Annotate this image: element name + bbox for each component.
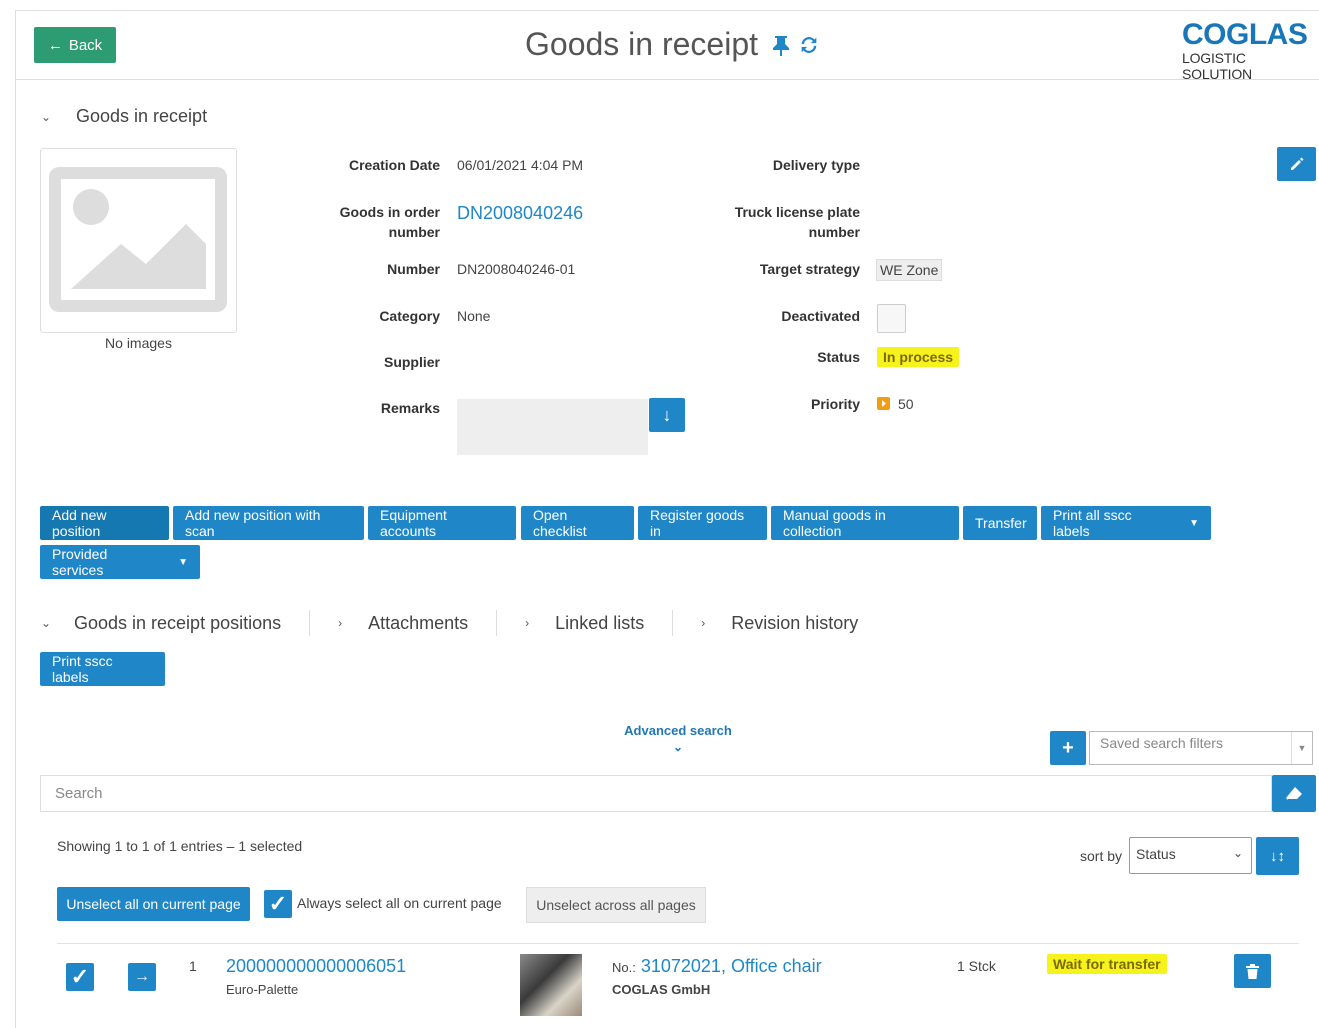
transfer-button[interactable]: Transfer <box>963 506 1037 540</box>
row-carrier: Euro-Palette <box>226 982 299 997</box>
pin-icon[interactable] <box>772 34 790 56</box>
row-quantity: 1 Stck <box>957 958 996 974</box>
remarks-field[interactable] <box>457 399 648 455</box>
page-title: Goods in receipt <box>525 26 820 63</box>
chevron-down-icon: ⌄ <box>672 740 684 754</box>
image-placeholder <box>40 148 237 333</box>
article-number-link[interactable]: 31072021, <box>641 956 726 976</box>
priority-value: 50 <box>898 396 914 412</box>
tab-divider <box>672 610 674 636</box>
article-name-link[interactable]: Office chair <box>731 956 822 976</box>
article-thumbnail[interactable] <box>520 954 582 1016</box>
chevron-down-icon: ⌄ <box>40 109 52 124</box>
truck-plate-label: Truck license plate number <box>734 204 860 240</box>
plus-icon: + <box>1062 736 1074 759</box>
always-select-checkbox[interactable]: ✓ <box>264 890 292 918</box>
search-input[interactable]: Search <box>40 775 1272 812</box>
creation-date-value: 06/01/2021 4:04 PM <box>457 157 584 173</box>
chevron-down-icon: ⌄ <box>1232 846 1243 860</box>
arrow-right-icon: → <box>134 968 150 985</box>
add-new-position-button[interactable]: Add new position <box>40 506 169 540</box>
deactivated-label: Deactivated <box>781 308 860 324</box>
open-checklist-button[interactable]: Open checklist <box>521 506 634 540</box>
tab-linked-lists[interactable]: › Linked lists <box>521 613 672 634</box>
tab-revision-history[interactable]: › Revision history <box>697 613 886 634</box>
caret-down-icon: ▼ <box>178 556 188 568</box>
priority-label: Priority <box>810 396 860 412</box>
row-open-button[interactable]: → <box>128 963 156 991</box>
check-icon: ✓ <box>70 964 90 989</box>
creation-date-label: Creation Date <box>348 157 440 173</box>
provided-services-button[interactable]: Provided services ▼ <box>40 545 200 579</box>
image-icon <box>49 167 227 312</box>
always-select-label: Always select all on current page <box>297 895 502 911</box>
pencil-icon <box>1290 157 1303 170</box>
eraser-icon <box>1286 786 1302 801</box>
equipment-accounts-button[interactable]: Equipment accounts <box>368 506 516 540</box>
row-select-checkbox[interactable]: ✓ <box>66 963 94 991</box>
no-images-caption: No images <box>105 335 172 351</box>
sort-icon: ↓↕ <box>1270 847 1285 865</box>
saved-search-filters-select[interactable]: Saved search filters ▼ <box>1089 731 1313 765</box>
caret-down-icon: ▼ <box>1291 732 1312 764</box>
clear-search-button[interactable] <box>1272 775 1316 812</box>
sort-select[interactable]: Status ⌄ <box>1129 837 1252 874</box>
arrow-left-icon: ← <box>47 36 63 54</box>
edit-button[interactable] <box>1277 147 1316 181</box>
print-sscc-button[interactable]: Print sscc labels <box>40 652 165 686</box>
row-status-badge: Wait for transfer <box>1047 954 1167 974</box>
chevron-down-icon: ⌄ <box>40 616 52 630</box>
status-label: Status <box>817 349 860 365</box>
company-logo: COGLAS LOGISTIC SOLUTION <box>1182 18 1308 83</box>
status-badge: In process <box>877 347 960 367</box>
register-goods-in-button[interactable]: Register goods in <box>638 506 767 540</box>
row-sscc-link[interactable]: 200000000000006051 <box>226 956 406 976</box>
row-divider <box>57 943 1299 944</box>
number-value: DN2008040246-01 <box>457 261 576 277</box>
order-number-label: Goods in order number <box>339 204 440 240</box>
supplier-label: Supplier <box>383 354 440 370</box>
number-label: Number <box>387 261 440 277</box>
header-divider <box>15 79 1319 80</box>
section-tabs: ⌄ Goods in receipt positions › Attachmen… <box>40 610 886 636</box>
tab-positions[interactable]: ⌄ Goods in receipt positions <box>40 613 309 634</box>
arrow-down-icon: ↓ <box>662 404 672 425</box>
add-filter-button[interactable]: + <box>1050 731 1086 765</box>
unselect-page-button[interactable]: Unselect all on current page <box>57 887 250 921</box>
back-button[interactable]: ← Back <box>34 27 116 63</box>
chevron-right-icon: › <box>338 616 343 630</box>
unselect-all-pages-button[interactable]: Unselect across all pages <box>526 887 706 923</box>
sort-direction-button[interactable]: ↓↕ <box>1256 837 1299 875</box>
delivery-type-label: Delivery type <box>772 157 860 173</box>
trash-icon <box>1246 963 1259 979</box>
row-index: 1 <box>189 958 197 974</box>
target-strategy-label: Target strategy <box>759 261 860 277</box>
refresh-icon[interactable] <box>798 34 820 56</box>
target-strategy-value: WE Zone <box>876 259 943 281</box>
category-value: None <box>457 308 491 324</box>
chevron-right-icon: › <box>701 616 706 630</box>
advanced-search-toggle[interactable]: Advanced search ⌄ <box>600 723 756 754</box>
entries-summary: Showing 1 to 1 of 1 entries – 1 selected <box>57 838 303 854</box>
check-icon: ✓ <box>268 891 288 916</box>
expand-remarks-button[interactable]: ↓ <box>649 398 685 432</box>
category-label: Category <box>379 308 440 324</box>
add-position-scan-button[interactable]: Add new position with scan <box>173 506 364 540</box>
row-delete-button[interactable] <box>1234 954 1271 988</box>
remarks-label: Remarks <box>380 400 440 416</box>
order-number-link[interactable]: DN2008040246 <box>457 203 583 223</box>
print-all-sscc-button[interactable]: Print all sscc labels ▼ <box>1041 506 1211 540</box>
deactivated-checkbox[interactable] <box>877 304 906 333</box>
manual-goods-collection-button[interactable]: Manual goods in collection <box>771 506 959 540</box>
tab-divider <box>309 610 311 636</box>
sort-by-label: sort by <box>1080 848 1123 864</box>
row-company: COGLAS GmbH <box>612 982 711 997</box>
caret-down-icon: ▼ <box>1189 517 1199 529</box>
chevron-right-icon: › <box>525 616 530 630</box>
row-article: No.: 31072021, Office chair <box>612 956 822 976</box>
tab-attachments[interactable]: › Attachments <box>334 613 496 634</box>
tab-divider <box>496 610 498 636</box>
detail-section-header[interactable]: ⌄ Goods in receipt <box>40 106 207 127</box>
priority-icon <box>877 397 890 410</box>
